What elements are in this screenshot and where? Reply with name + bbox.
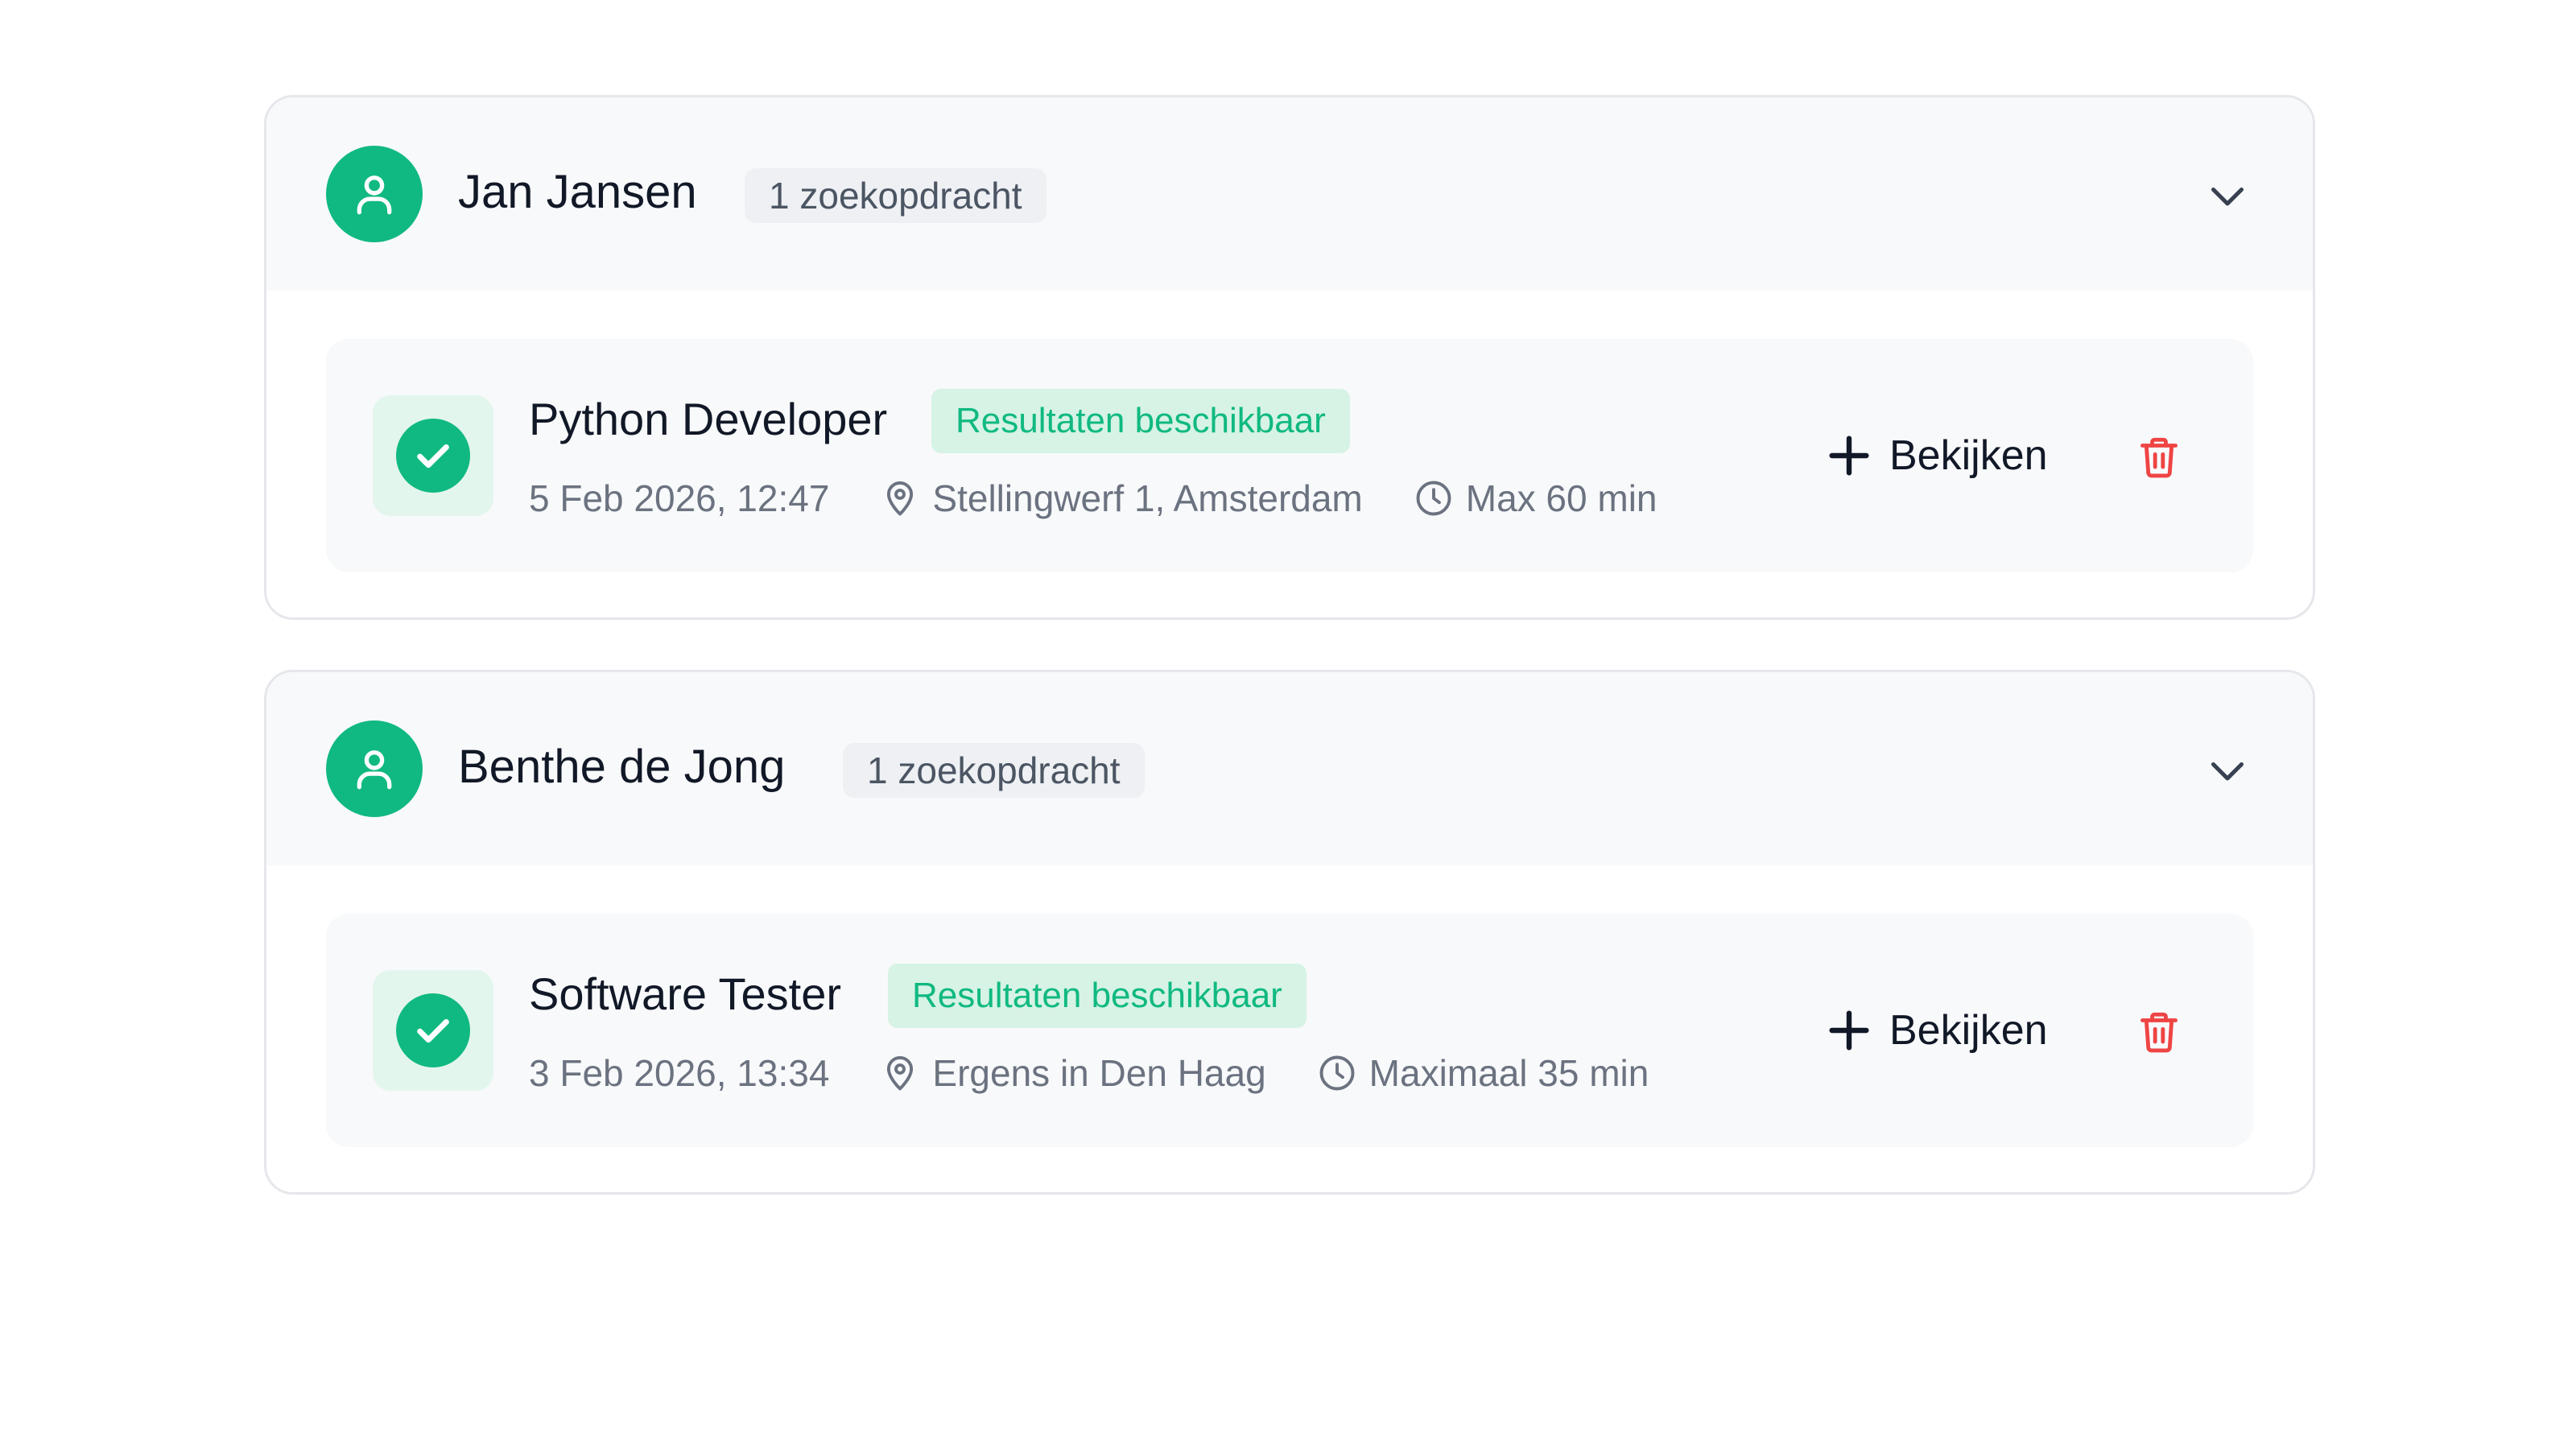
profile-name: Benthe de Jong <box>458 741 786 793</box>
search-meta: 5 Feb 2026, 12:47 Stellingwerf 1, Amster… <box>529 466 1657 530</box>
trash-icon <box>2140 437 2178 478</box>
travel-time-text: Max 60 min <box>1465 477 1657 519</box>
clock-icon <box>1319 1055 1355 1091</box>
plus-icon <box>1829 1010 1869 1051</box>
profile-card: Jan Jansen 1 zoekopdracht Python Develop… <box>264 95 2315 620</box>
location-text: Ergens in Den Haag <box>932 1052 1266 1094</box>
delete-search-button[interactable] <box>2123 996 2195 1068</box>
search-travel-time: Maximaal 35 min <box>1316 1051 1649 1095</box>
delete-search-button[interactable] <box>2123 421 2195 493</box>
search-item: Software Tester Resultaten beschikbaar 3… <box>326 914 2253 1147</box>
profile-name: Jan Jansen <box>458 166 697 218</box>
search-meta: 3 Feb 2026, 13:34 Ergens in Den Haag Max… <box>529 1041 1649 1105</box>
search-location: Stellingwerf 1, Amsterdam <box>879 477 1363 520</box>
search-travel-time: Max 60 min <box>1413 477 1657 520</box>
profile-card: Benthe de Jong 1 zoekopdracht Software T… <box>264 670 2315 1195</box>
status-indicator <box>373 395 493 516</box>
travel-time-text: Maximaal 35 min <box>1368 1052 1649 1094</box>
status-indicator <box>373 970 493 1091</box>
profile-card-header[interactable]: Benthe de Jong 1 zoekopdracht <box>266 672 2313 865</box>
user-icon <box>326 146 423 242</box>
view-results-label: Bekijken <box>1889 1007 2048 1054</box>
trash-icon <box>2140 1012 2178 1053</box>
search-date: 5 Feb 2026, 12:47 <box>529 477 830 519</box>
check-circle-icon <box>396 993 470 1067</box>
profile-card-header[interactable]: Jan Jansen 1 zoekopdracht <box>266 97 2313 291</box>
search-title: Software Tester <box>529 968 842 1019</box>
map-pin-icon <box>887 1056 914 1091</box>
search-count-badge: 1 zoekopdracht <box>745 168 1046 223</box>
search-count-badge: 1 zoekopdracht <box>843 743 1145 798</box>
location-text: Stellingwerf 1, Amsterdam <box>932 477 1363 519</box>
results-available-badge: Resultaten beschikbaar <box>888 964 1307 1028</box>
view-results-button[interactable]: Bekijken <box>1823 419 2048 492</box>
view-results-label: Bekijken <box>1889 432 2048 479</box>
user-icon <box>326 720 423 817</box>
search-location: Ergens in Den Haag <box>879 1051 1266 1095</box>
chevron-down-icon[interactable] <box>2203 171 2252 220</box>
map-pin-icon <box>887 481 914 516</box>
search-title: Python Developer <box>529 394 888 444</box>
search-profiles-page: Jan Jansen 1 zoekopdracht Python Develop… <box>0 0 2576 1449</box>
search-date: 3 Feb 2026, 13:34 <box>529 1052 830 1094</box>
search-item: Python Developer Resultaten beschikbaar … <box>326 339 2253 572</box>
results-available-badge: Resultaten beschikbaar <box>931 389 1350 453</box>
clock-icon <box>1416 481 1451 516</box>
view-results-button[interactable]: Bekijken <box>1823 994 2048 1067</box>
plus-icon <box>1829 436 1869 476</box>
chevron-down-icon[interactable] <box>2203 746 2252 795</box>
check-circle-icon <box>396 419 470 493</box>
